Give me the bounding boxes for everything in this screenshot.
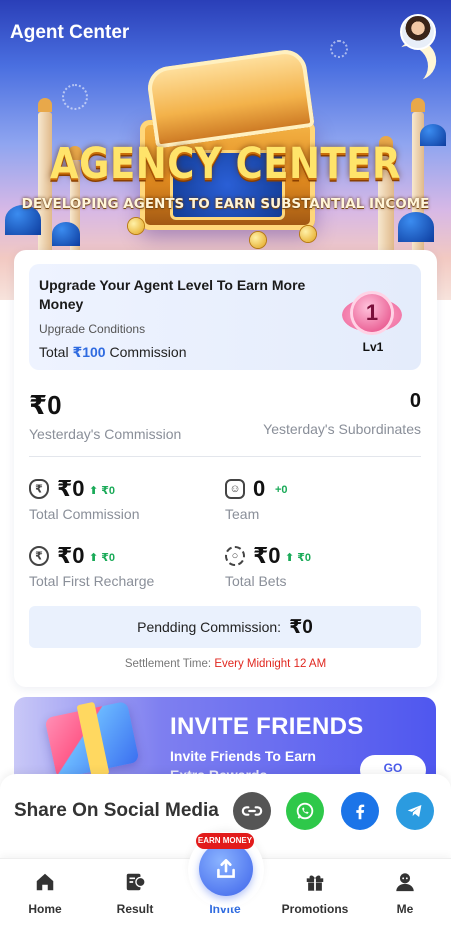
stat-delta: ⬆ ₹0: [285, 552, 312, 564]
yesterday-commission-value: ₹0: [29, 390, 62, 420]
stat-value: 0: [253, 476, 266, 501]
yesterday-commission-label: Yesterday's Commission: [29, 426, 182, 442]
gift-icon: [306, 875, 324, 891]
level-badge-icon: 1: [341, 284, 403, 342]
moon-decoration: [385, 43, 431, 89]
coin-decoration: [300, 226, 316, 242]
stat-label: Total Bets: [225, 573, 287, 589]
stat-label: Total Commission: [29, 506, 140, 522]
nav-item-label: Home: [28, 902, 62, 916]
agent-stats-card: Upgrade Your Agent Level To Earn More Mo…: [14, 250, 437, 687]
gift-box-illustration: [44, 700, 140, 780]
facebook-icon[interactable]: [341, 792, 379, 830]
hero-title: AGENCY CENTER: [50, 138, 401, 189]
bets-gear-icon: ○: [225, 546, 245, 566]
stat-total-bets[interactable]: ○ ₹0 ⬆ ₹0 Total Bets: [225, 543, 415, 593]
dome-decoration: [398, 212, 434, 242]
badge-medal: 1: [353, 294, 391, 332]
coin-decoration: [128, 218, 144, 234]
team-icon: ☺: [225, 479, 245, 499]
yesterday-subordinates-label: Yesterday's Subordinates: [263, 421, 421, 437]
nav-item-label: Promotions: [281, 902, 349, 916]
rupee-coin-icon: ₹: [29, 546, 49, 566]
upgrade-title: Upgrade Your Agent Level To Earn More Mo…: [39, 277, 306, 312]
upgrade-total: Total ₹100 Commission: [39, 344, 186, 361]
pending-commission-value: ₹0: [289, 616, 313, 638]
stat-total-commission[interactable]: ₹ ₹0 ⬆ ₹0 Total Commission: [29, 476, 219, 526]
upgrade-total-amount: ₹100: [72, 344, 106, 360]
upgrade-total-suffix: Commission: [109, 344, 187, 360]
share-title: Share On Social Media: [14, 800, 219, 821]
coin-decoration: [250, 232, 266, 248]
stat-total-first-recharge[interactable]: ₹ ₹0 ⬆ ₹0 Total First Recharge: [29, 543, 219, 593]
upgrade-level-panel[interactable]: Upgrade Your Agent Level To Earn More Mo…: [29, 264, 421, 370]
stat-delta: ⬆ ₹0: [89, 552, 116, 564]
telegram-icon[interactable]: [396, 792, 434, 830]
pending-commission-label: Pendding Commission:: [137, 619, 282, 635]
stat-label: Team: [225, 506, 260, 522]
upgrade-total-prefix: Total: [39, 344, 69, 360]
level-badge-label: Lv1: [362, 340, 384, 354]
yesterday-subordinates-value: 0: [409, 390, 421, 412]
page-title: Agent Center: [10, 22, 130, 43]
invite-title: INVITE FRIENDS: [170, 713, 364, 740]
link-icon[interactable]: [233, 792, 271, 830]
nav-item-label: Me: [396, 902, 414, 916]
earn-money-badge: EARN MONEY: [196, 833, 254, 849]
nav-item-home[interactable]: Home: [0, 859, 90, 925]
profile-icon: [396, 873, 414, 892]
firework-decoration: [330, 40, 348, 58]
upgrade-conditions-label: Upgrade Conditions: [39, 322, 146, 336]
dome-decoration: [52, 222, 80, 246]
money-bag-icon: ₹: [29, 479, 49, 499]
stat-value: ₹0: [57, 476, 85, 501]
settlement-time-value: Every Midnight 12 AM: [214, 658, 327, 670]
home-icon: [36, 873, 54, 891]
stat-value: ₹0: [57, 543, 85, 568]
stat-team[interactable]: ☺ 0 +0 Team: [225, 476, 415, 526]
firework-decoration: [62, 84, 88, 110]
invite-subtitle: Invite Friends To Earn: [170, 748, 316, 764]
nav-item-me[interactable]: Me: [360, 859, 450, 925]
nav-item-label: Result: [116, 902, 154, 916]
stat-value: ₹0: [253, 543, 281, 568]
stat-delta: +0: [275, 484, 288, 496]
divider: [29, 456, 421, 457]
pending-commission-bar[interactable]: Pendding Commission: ₹0: [29, 606, 421, 648]
nav-item-result[interactable]: Result: [90, 859, 180, 925]
result-icon: [126, 873, 146, 891]
settlement-time: Settlement Time: Every Midnight 12 AM: [14, 658, 437, 670]
stat-label: Total First Recharge: [29, 573, 155, 589]
invite-upload-button[interactable]: [199, 842, 253, 896]
nav-item-promotions[interactable]: Promotions: [270, 859, 360, 925]
whatsapp-icon[interactable]: [286, 792, 324, 830]
invite-upload-icon: [217, 859, 235, 878]
settlement-label: Settlement Time:: [124, 658, 212, 670]
avatar[interactable]: [400, 14, 436, 50]
hero-subtitle: DEVELOPING AGENTS TO EARN SUBSTANTIAL IN…: [21, 196, 430, 212]
stat-delta: ⬆ ₹0: [89, 485, 116, 497]
